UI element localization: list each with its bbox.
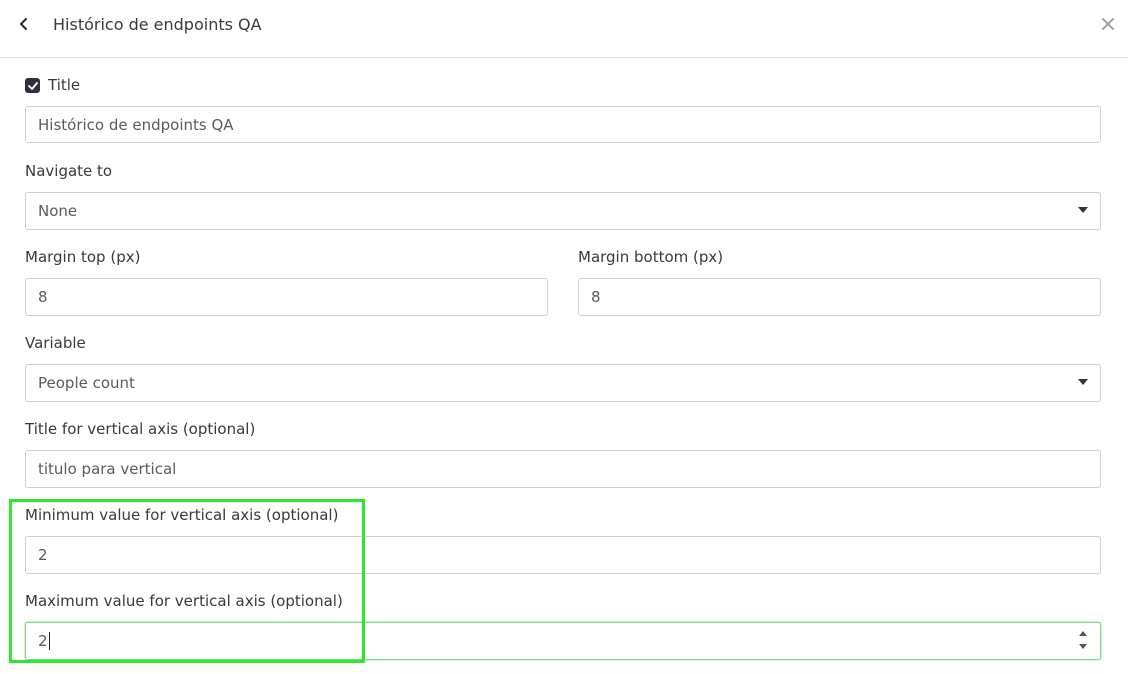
vaxis-min-input[interactable]: 2 <box>25 536 1101 574</box>
vaxis-min-value: 2 <box>38 546 48 564</box>
navigate-select[interactable]: None <box>25 192 1101 230</box>
vaxis-max-input[interactable]: 2 <box>25 622 1101 660</box>
vaxis-title-input[interactable]: titulo para vertical <box>25 450 1101 488</box>
number-spinner[interactable] <box>1078 631 1088 649</box>
navigate-label: Navigate to <box>25 162 113 180</box>
vaxis-max-value: 2 <box>38 632 48 650</box>
margin-bottom-label: Margin bottom (px) <box>578 248 724 266</box>
margin-top-input[interactable]: 8 <box>25 278 548 316</box>
close-button[interactable] <box>1096 12 1120 36</box>
close-icon <box>1102 18 1114 30</box>
caret-down-icon <box>1078 379 1088 385</box>
title-checkbox-label: Title <box>48 76 81 94</box>
vaxis-title-label: Title for vertical axis (optional) <box>25 420 256 438</box>
title-checkbox[interactable] <box>25 78 40 93</box>
spin-down-icon[interactable] <box>1079 644 1087 649</box>
text-cursor <box>48 632 50 650</box>
margin-top-value: 8 <box>38 288 48 306</box>
chevron-left-icon <box>19 17 28 31</box>
margin-top-label: Margin top (px) <box>25 248 141 266</box>
margin-bottom-value: 8 <box>591 288 601 306</box>
variable-label: Variable <box>25 334 86 352</box>
variable-select-value: People count <box>38 374 135 392</box>
title-input[interactable]: Histórico de endpoints QA <box>25 106 1101 143</box>
vaxis-max-label: Maximum value for vertical axis (optiona… <box>25 592 343 610</box>
vaxis-title-value: titulo para vertical <box>38 460 177 478</box>
back-button[interactable] <box>12 12 36 36</box>
navigate-select-value: None <box>38 202 78 220</box>
spin-up-icon[interactable] <box>1079 631 1087 636</box>
check-icon <box>27 81 38 90</box>
caret-down-icon <box>1078 207 1088 213</box>
vaxis-min-label: Minimum value for vertical axis (optiona… <box>25 506 339 524</box>
panel-title: Histórico de endpoints QA <box>53 15 262 34</box>
panel-header: Histórico de endpoints QA <box>0 0 1128 58</box>
variable-select[interactable]: People count <box>25 364 1101 402</box>
margin-bottom-input[interactable]: 8 <box>578 278 1101 316</box>
title-input-value: Histórico de endpoints QA <box>38 115 234 134</box>
